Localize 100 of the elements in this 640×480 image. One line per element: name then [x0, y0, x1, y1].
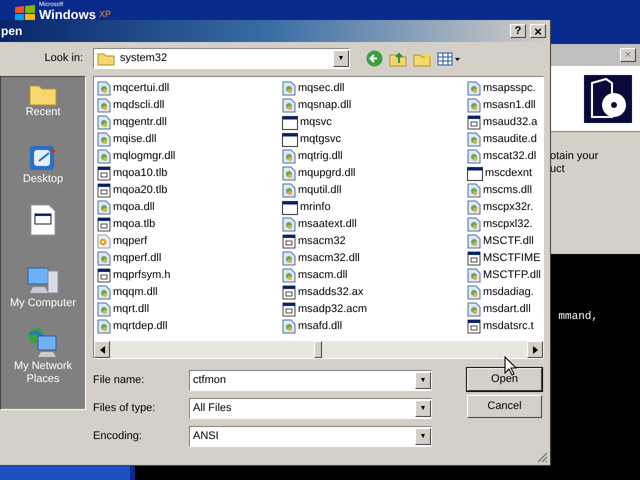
file-item[interactable]: msaatext.dll — [282, 216, 467, 233]
program-window-icon — [282, 116, 298, 130]
places-item[interactable]: Recent — [2, 82, 84, 134]
file-item[interactable]: mqcertui.dll — [97, 80, 282, 97]
file-item[interactable]: MSCTFP.dll — [467, 267, 541, 284]
file-item[interactable]: mqise.dll — [97, 131, 282, 148]
folder-icon — [97, 52, 115, 66]
file-item[interactable]: mscms.dll — [467, 182, 541, 199]
file-item[interactable]: mqsnap.dll — [282, 97, 467, 114]
file-item[interactable]: msasn1.dll — [467, 97, 541, 114]
places-item[interactable]: My Computer — [2, 265, 84, 317]
places-item[interactable]: My Network Places — [2, 326, 84, 386]
document-window-icon — [467, 115, 481, 130]
file-item[interactable]: msdatsrc.t — [467, 318, 541, 335]
file-item[interactable]: msdadiag. — [467, 284, 541, 301]
gear-file-icon — [97, 81, 111, 96]
folder-up-icon[interactable] — [389, 50, 407, 66]
file-item[interactable]: mqqm.dll — [97, 284, 282, 301]
gear-file-icon — [282, 268, 296, 283]
scrollbar-thumb[interactable] — [314, 341, 322, 358]
file-item[interactable]: mqutil.dll — [282, 182, 467, 199]
file-item[interactable]: mqoa.dll — [97, 199, 282, 216]
gear-file-icon — [467, 234, 481, 249]
file-item[interactable]: mrinfo — [282, 199, 467, 216]
gear-file-icon — [97, 251, 111, 266]
program-window-icon — [282, 200, 298, 214]
gear-file-icon — [282, 149, 296, 164]
scroll-right-button[interactable] — [527, 341, 543, 358]
gear-file-icon — [97, 132, 111, 147]
help-button[interactable]: ? — [510, 24, 526, 38]
file-item[interactable]: mqsvc — [282, 114, 467, 131]
file-item[interactable]: mqdscli.dll — [97, 97, 282, 114]
file-item[interactable]: mqtrig.dll — [282, 148, 467, 165]
gear-file-icon — [97, 285, 111, 300]
open-button[interactable]: Open — [467, 368, 542, 391]
program-window-icon — [282, 132, 298, 146]
file-item[interactable]: mqoa20.tlb — [97, 182, 282, 199]
gear-file-icon — [467, 132, 481, 147]
file-item[interactable]: mqprfsym.h — [97, 267, 282, 284]
field-label: Files of type: — [93, 401, 156, 416]
gear-file-icon — [282, 319, 296, 334]
horizontal-scrollbar[interactable] — [94, 341, 543, 358]
document-window-icon — [97, 217, 111, 232]
document-window-icon — [97, 268, 111, 283]
console-text: mmand, — [558, 310, 598, 325]
document-window-icon — [282, 285, 296, 300]
new-folder-icon[interactable] — [413, 50, 431, 66]
file-item[interactable]: mqgentr.dll — [97, 114, 282, 131]
gear-file-icon — [97, 149, 111, 164]
file-item[interactable]: mqoa.tlb — [97, 216, 282, 233]
file-item[interactable]: mscpxl32. — [467, 216, 541, 233]
gear-file-icon — [467, 285, 481, 300]
file-item[interactable]: mqrt.dll — [97, 301, 282, 318]
file-item[interactable]: mqupgrd.dll — [282, 165, 467, 182]
gear-file-icon — [97, 302, 111, 317]
file-item[interactable]: msdart.dll — [467, 301, 541, 318]
field-label: File name: — [93, 373, 146, 388]
look-in-value: system32 — [120, 51, 168, 66]
cancel-button[interactable]: Cancel — [467, 395, 542, 418]
flag-logo-icon — [14, 5, 36, 21]
gear-file-icon — [97, 98, 111, 113]
document-window-icon — [467, 251, 481, 266]
file-item[interactable]: mscat32.dl — [467, 148, 541, 165]
document-window-icon — [97, 166, 111, 181]
resize-grip-icon — [536, 451, 548, 463]
file-item[interactable]: mqlogmgr.dll — [97, 148, 282, 165]
file-item[interactable]: mscdexnt — [467, 165, 541, 182]
file-item[interactable]: msadp32.acm — [282, 301, 467, 318]
file-item[interactable]: mqrtdep.dll — [97, 318, 282, 335]
file-item[interactable]: msacm32.dll — [282, 250, 467, 267]
document-window-icon — [282, 234, 296, 249]
scroll-left-button[interactable] — [94, 341, 110, 358]
gear-file-icon — [467, 200, 481, 215]
file-item[interactable]: msafd.dll — [282, 318, 467, 335]
file-item[interactable]: MSCTF.dll — [467, 233, 541, 250]
file-item[interactable]: msapsspc. — [467, 80, 541, 97]
file-item[interactable]: msadds32.ax — [282, 284, 467, 301]
file-item[interactable]: mqoa10.tlb — [97, 165, 282, 182]
file-item[interactable]: msacm.dll — [282, 267, 467, 284]
left-triangle-icon — [100, 346, 104, 354]
program-window-icon — [467, 166, 483, 180]
view-menu-icon[interactable] — [437, 52, 461, 66]
gear-file-icon — [467, 217, 481, 232]
file-item[interactable]: mqsec.dll — [282, 80, 467, 97]
file-item[interactable]: mqtgsvc — [282, 131, 467, 148]
gear-file-icon — [282, 251, 296, 266]
window-title: pen — [0, 23, 22, 40]
file-item[interactable]: msaudite.d — [467, 131, 541, 148]
close-button[interactable]: × — [530, 24, 546, 38]
file-item[interactable]: msacm32 — [282, 233, 467, 250]
gear-file-icon — [282, 166, 296, 181]
file-item[interactable]: msaud32.a — [467, 114, 541, 131]
field-label: Encoding: — [93, 429, 143, 444]
file-item[interactable]: mqperf.dll — [97, 250, 282, 267]
file-item[interactable]: MSCTFIME — [467, 250, 541, 267]
file-item[interactable]: mscpx32r. — [467, 199, 541, 216]
gear-file-icon — [467, 302, 481, 317]
file-item[interactable]: mqperf — [97, 233, 282, 250]
places-item[interactable]: Desktop — [2, 143, 84, 195]
gear-file-icon — [97, 200, 111, 215]
